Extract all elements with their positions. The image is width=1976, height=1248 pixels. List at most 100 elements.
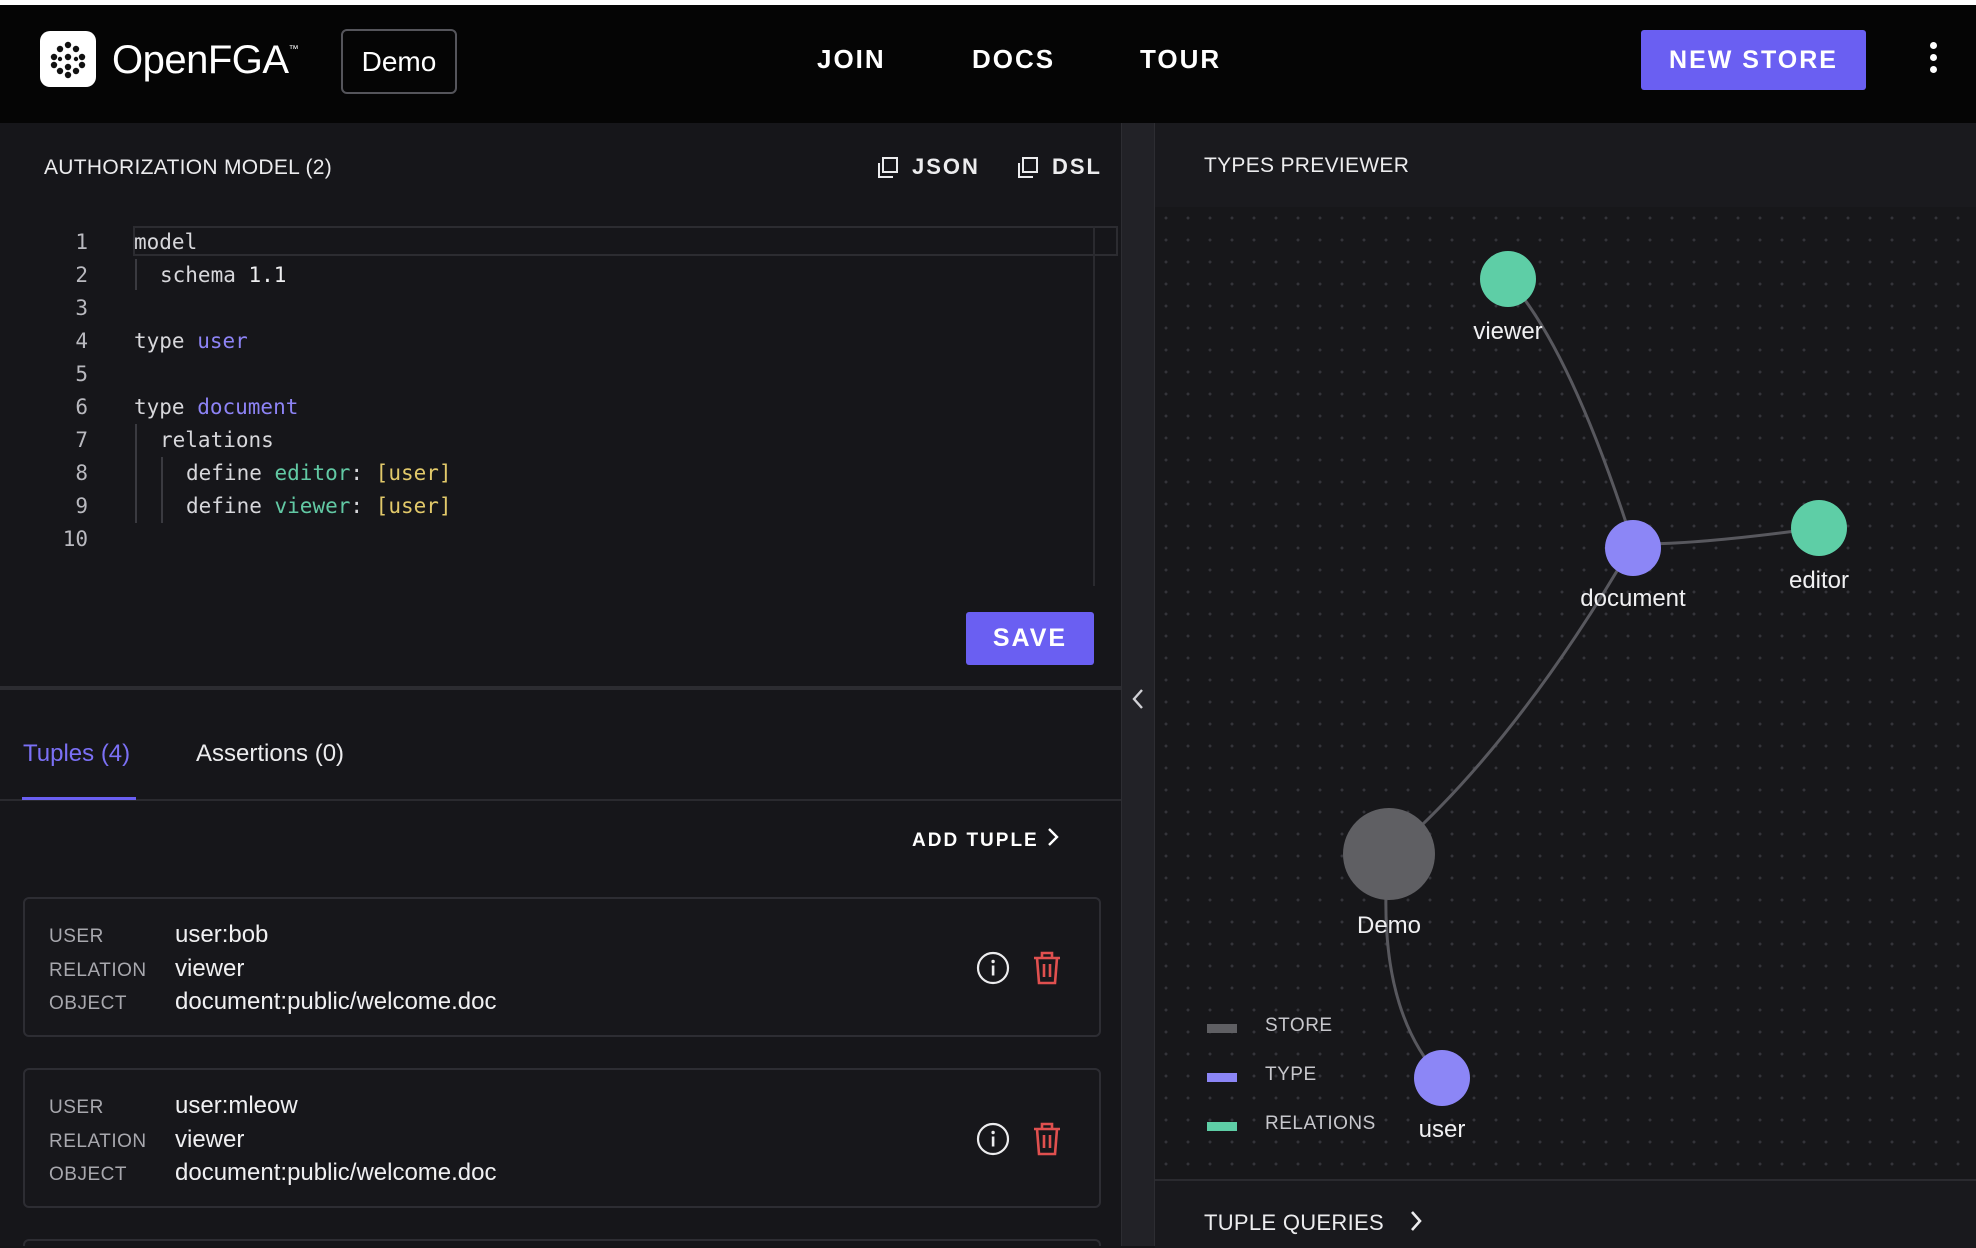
chevron-right-icon[interactable] — [1046, 826, 1060, 854]
logo-text: OpenFGA — [112, 38, 289, 82]
copy-icon — [876, 156, 898, 178]
code-token: : — [350, 461, 376, 485]
code-token: [user] — [375, 494, 452, 518]
tab-assertions[interactable]: Assertions (0) — [196, 740, 344, 768]
code-line-1: model — [134, 230, 198, 254]
legend-relations-label: RELATIONS — [1265, 1113, 1376, 1134]
line-number: 1 — [75, 230, 88, 254]
info-icon[interactable] — [976, 951, 1010, 985]
legend-store-swatch — [1207, 1024, 1237, 1033]
object-value: document:public/welcome.doc — [175, 988, 497, 1015]
code-line-9: define viewer: [user] — [186, 494, 452, 518]
tuple-card: USER user:mleow RELATION viewer OBJECT d… — [23, 1068, 1101, 1208]
line-number: 7 — [75, 428, 88, 452]
model-code-editor[interactable]: 1 2 3 4 5 6 7 8 9 10 model schema 1.1 ty… — [48, 226, 1098, 586]
trash-icon[interactable] — [1032, 1121, 1062, 1157]
node-user-type[interactable] — [1414, 1050, 1470, 1106]
user-value: user:bob — [175, 921, 269, 948]
authorization-model-title: AUTHORIZATION MODEL (2) — [44, 156, 333, 179]
active-tab-indicator — [22, 797, 136, 800]
code-token: [user] — [375, 461, 452, 485]
user-key: USER — [49, 1097, 104, 1118]
code-token: define — [186, 461, 275, 485]
trash-icon[interactable] — [1032, 950, 1062, 986]
code-token: define — [186, 494, 275, 518]
indent-guide — [135, 259, 137, 290]
indent-guide — [161, 457, 163, 523]
line-number: 2 — [75, 263, 88, 287]
new-store-button[interactable]: NEW STORE — [1641, 30, 1866, 90]
code-token: : — [350, 494, 376, 518]
code-token: document — [197, 395, 299, 419]
legend-relations-swatch — [1207, 1122, 1237, 1131]
relation-value: viewer — [175, 1126, 245, 1153]
line-number: 6 — [75, 395, 88, 419]
openfga-logo-icon[interactable] — [40, 31, 96, 87]
store-selector[interactable]: Demo — [341, 29, 457, 94]
add-tuple-button[interactable]: ADD TUPLE — [912, 830, 1039, 852]
code-line-8: define editor: [user] — [186, 461, 452, 485]
code-token: type — [134, 329, 198, 353]
collapse-panel-bar[interactable] — [1121, 123, 1155, 1246]
code-line-6: type document — [134, 395, 298, 419]
nav-join-link[interactable]: JOIN — [817, 44, 886, 75]
tuple-card-partial — [23, 1239, 1101, 1246]
chevron-right-icon[interactable] — [1408, 1209, 1424, 1238]
user-key: USER — [49, 926, 104, 947]
object-key: OBJECT — [49, 1164, 127, 1185]
save-button[interactable]: SAVE — [966, 612, 1094, 665]
line-number: 4 — [75, 329, 88, 353]
nav-tour-link[interactable]: TOUR — [1140, 44, 1221, 75]
tabs-divider — [0, 799, 1121, 801]
types-graph-canvas[interactable]: viewer document editor Demo user STORE T… — [1155, 207, 1976, 1179]
node-demo-store[interactable] — [1343, 808, 1435, 900]
json-label: JSON — [912, 154, 980, 179]
line-number: 9 — [75, 494, 88, 518]
line-number: 8 — [75, 461, 88, 485]
line-number: 10 — [62, 527, 88, 551]
legend-type-swatch — [1207, 1073, 1237, 1082]
node-label-viewer: viewer — [1473, 318, 1543, 345]
relation-value: viewer — [175, 955, 245, 982]
tab-tuples[interactable]: Tuples (4) — [23, 740, 130, 768]
node-label-demo: Demo — [1356, 912, 1422, 939]
trademark-symbol: ™ — [288, 44, 299, 55]
code-line-2: schema 1.1 — [160, 263, 286, 287]
line-number: 3 — [75, 296, 88, 320]
tuple-queries-label[interactable]: TUPLE QUERIES — [1204, 1210, 1384, 1236]
store-name: Demo — [361, 45, 437, 77]
node-label-editor: editor — [1788, 567, 1850, 594]
chevron-left-icon[interactable] — [1130, 686, 1146, 719]
logo-wordmark[interactable]: OpenFGA™ — [112, 38, 299, 83]
code-token: type — [134, 395, 198, 419]
code-token: user — [197, 329, 248, 353]
legend-type-label: TYPE — [1265, 1064, 1317, 1085]
code-token: editor — [274, 461, 351, 485]
code-line-4: type user — [134, 329, 248, 353]
legend-store-label: STORE — [1265, 1015, 1333, 1036]
line-number: 5 — [75, 362, 88, 386]
node-document-type[interactable] — [1605, 520, 1661, 576]
tuple-card: USER user:bob RELATION viewer OBJECT doc… — [23, 897, 1101, 1037]
relation-key: RELATION — [49, 1131, 147, 1152]
info-icon[interactable] — [976, 1122, 1010, 1156]
node-label-document: document — [1580, 585, 1686, 612]
export-dsl-button[interactable]: DSL — [1016, 154, 1102, 180]
more-options-icon[interactable] — [1930, 42, 1940, 82]
relation-key: RELATION — [49, 960, 147, 981]
indent-guide — [135, 424, 137, 523]
code-token: schema — [160, 263, 236, 287]
object-key: OBJECT — [49, 993, 127, 1014]
dsl-label: DSL — [1052, 154, 1102, 179]
edge-document-editor — [1632, 526, 1819, 546]
user-value: user:mleow — [175, 1092, 298, 1119]
node-editor-relation[interactable] — [1791, 500, 1847, 556]
code-token: viewer — [274, 494, 351, 518]
copy-icon — [1016, 156, 1038, 178]
node-viewer-relation[interactable] — [1480, 251, 1536, 307]
code-token: 1.1 — [235, 263, 287, 287]
export-json-button[interactable]: JSON — [876, 154, 980, 180]
object-value: document:public/welcome.doc — [175, 1159, 497, 1186]
node-label-user: user — [1418, 1116, 1466, 1143]
nav-docs-link[interactable]: DOCS — [972, 44, 1055, 75]
